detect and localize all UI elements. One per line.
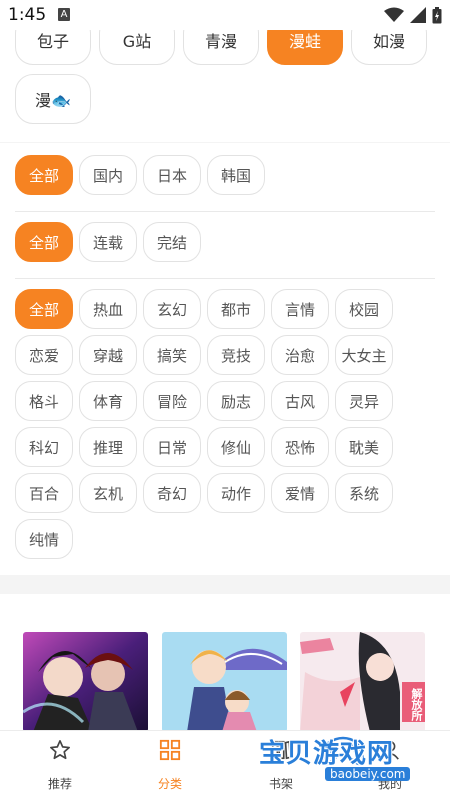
comic-cover-2[interactable] <box>162 632 287 732</box>
watermark-title: 宝贝游戏网 <box>259 739 395 769</box>
genre-chip[interactable]: 搞笑 <box>143 335 201 375</box>
status-chip[interactable]: 完结 <box>143 222 201 262</box>
status-chip[interactable]: 全部 <box>15 222 73 262</box>
signal-icon <box>410 7 426 23</box>
status-bar: 1:45 A <box>0 0 450 30</box>
divider <box>15 211 435 212</box>
watermark-url: baobeiy.com <box>325 767 411 781</box>
watermark: 宝贝游戏网 baobeiy.com <box>259 733 450 791</box>
genre-chip[interactable]: 科幻 <box>15 427 73 467</box>
genre-chip[interactable]: 热血 <box>79 289 137 329</box>
tab-label: 推荐 <box>47 777 72 791</box>
genre-chip[interactable]: 奇幻 <box>143 473 201 513</box>
comic-cover-1[interactable] <box>23 632 148 732</box>
genre-chip[interactable]: 穿越 <box>79 335 137 375</box>
genre-chip[interactable]: 日常 <box>143 427 201 467</box>
genre-chip[interactable]: 灵异 <box>335 381 393 421</box>
genre-chip[interactable]: 爱情 <box>271 473 329 513</box>
genre-chip[interactable]: 古风 <box>271 381 329 421</box>
region-chip[interactable]: 韩国 <box>207 155 265 195</box>
genre-chip[interactable]: 恐怖 <box>271 427 329 467</box>
genre-chip[interactable]: 体育 <box>79 381 137 421</box>
genre-chip[interactable]: 玄幻 <box>143 289 201 329</box>
notification-icon: A <box>58 8 70 21</box>
tab-category[interactable]: 分类 <box>125 731 215 801</box>
genre-chip[interactable]: 全部 <box>15 289 73 329</box>
divider <box>15 278 435 279</box>
genre-chip[interactable]: 修仙 <box>207 427 265 467</box>
genre-chip[interactable]: 玄机 <box>79 473 137 513</box>
genre-chip[interactable]: 治愈 <box>271 335 329 375</box>
battery-icon <box>432 6 442 23</box>
genre-chip[interactable]: 都市 <box>207 289 265 329</box>
genre-chip[interactable]: 大女主 <box>335 335 393 375</box>
genre-chip[interactable]: 竞技 <box>207 335 265 375</box>
tab-label: 分类 <box>157 777 182 791</box>
genre-chip[interactable]: 系统 <box>335 473 393 513</box>
genre-chip[interactable]: 励志 <box>207 381 265 421</box>
status-time: 1:45 <box>8 5 47 25</box>
category-filter-section: 全部 国内 日本 韩国 全部 连载 完结 全部 热血 玄幻 都市 言情 校园 恋爱 穿越 搞笑 竞技 治愈 大女… <box>0 143 450 575</box>
region-chip[interactable]: 日本 <box>143 155 201 195</box>
star-icon <box>50 740 70 760</box>
genre-chip[interactable]: 推理 <box>79 427 137 467</box>
tab-recommend[interactable]: 推荐 <box>15 731 105 801</box>
genre-chip[interactable]: 格斗 <box>15 381 73 421</box>
genre-chip[interactable]: 纯情 <box>15 519 73 559</box>
genre-chip[interactable]: 百合 <box>15 473 73 513</box>
genre-chip[interactable]: 恋爱 <box>15 335 73 375</box>
status-icons <box>384 6 442 24</box>
wifi-icon <box>384 7 404 22</box>
source-chip[interactable]: 漫🐟 <box>15 74 91 124</box>
region-chip[interactable]: 国内 <box>79 155 137 195</box>
genre-chip[interactable]: 耽美 <box>335 427 393 467</box>
region-chip[interactable]: 全部 <box>15 155 73 195</box>
cover-badge: 解放所 <box>410 688 423 721</box>
genre-chip[interactable]: 冒险 <box>143 381 201 421</box>
comic-cover-3[interactable]: 解放所 <box>300 632 425 732</box>
genre-chip[interactable]: 校园 <box>335 289 393 329</box>
grid-icon <box>159 739 181 761</box>
genre-chip[interactable]: 言情 <box>271 289 329 329</box>
status-chip[interactable]: 连载 <box>79 222 137 262</box>
genre-chip[interactable]: 动作 <box>207 473 265 513</box>
